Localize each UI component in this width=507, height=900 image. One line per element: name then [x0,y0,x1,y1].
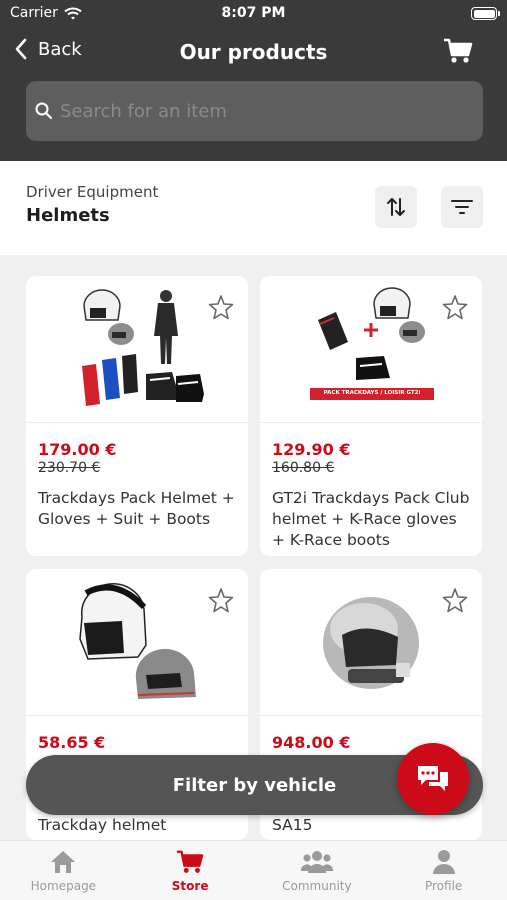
tab-homepage[interactable]: Homepage [0,841,127,900]
card-divider [26,715,248,716]
product-name: Trackdays Pack Helmet + Gloves + Suit + … [38,489,235,528]
product-price: 129.90 € [272,440,351,459]
chat-button[interactable] [397,743,469,815]
card-divider [26,422,248,423]
tab-label: Store [171,879,209,893]
product-name: Trackday helmet [38,816,167,834]
product-card[interactable]: 179.00 € 230.70 € Trackdays Pack Helmet … [26,276,248,556]
people-icon [300,851,333,873]
category-title: Helmets [26,205,110,226]
card-divider [260,422,482,423]
search-input[interactable] [60,100,460,122]
product-price: 179.00 € [38,440,117,459]
tab-profile[interactable]: Profile [380,841,507,900]
tab-community[interactable]: Community [254,841,381,900]
search-bar [26,81,483,141]
star-icon[interactable] [208,587,234,613]
person-icon [432,850,455,874]
status-bar: Carrier 8:07 PM [0,0,507,28]
category-bar: Driver Equipment Helmets [0,161,507,255]
card-divider [260,715,482,716]
cart-icon [177,850,204,873]
product-name: GT2i Trackdays Pack Club helmet + K-Race… [272,489,470,549]
sort-icon [387,198,405,216]
product-name: SA15 [272,816,313,834]
header: Carrier 8:07 PM Back Our products [0,0,507,161]
tab-label: Homepage [30,879,97,893]
tab-label: Community [282,879,352,893]
product-price: 58.65 € [38,733,106,752]
tab-store[interactable]: Store [127,841,254,900]
battery-icon [471,7,500,20]
navbar: Back Our products [0,30,507,76]
star-icon[interactable] [208,294,234,320]
filter-button[interactable] [441,186,483,228]
category-parent: Driver Equipment [26,183,159,201]
product-banner: PACK TRACKDAYS / LOISIR GT2i [323,390,421,396]
product-card[interactable]: PACK TRACKDAYS / LOISIR GT2i 129.90 € 16… [260,276,482,556]
sort-button[interactable] [375,186,417,228]
product-price: 948.00 € [272,733,351,752]
chat-icon [418,766,448,791]
status-time: 8:07 PM [221,5,286,21]
product-old-price: 230.70 € [38,460,101,476]
filter-icon [451,200,473,214]
page-title: Our products [179,40,328,64]
tab-bar: Homepage Store Community Profile [0,840,507,900]
home-icon [51,851,76,873]
cart-button[interactable] [443,38,473,68]
tab-label: Profile [424,879,463,893]
product-old-price: 160.80 € [272,460,335,476]
cart-icon [444,38,473,63]
star-icon[interactable] [442,587,468,613]
search-icon [35,102,53,120]
star-icon[interactable] [442,294,468,320]
